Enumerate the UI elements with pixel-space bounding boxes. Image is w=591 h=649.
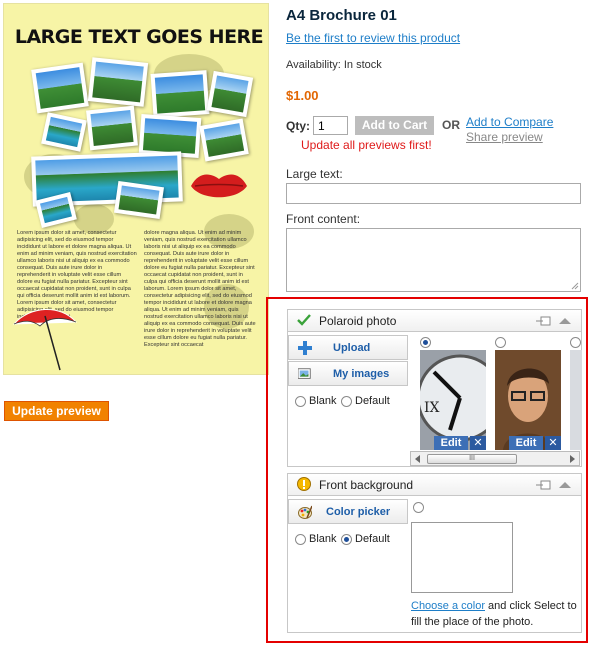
color-picker-button[interactable]: Color picker [288, 499, 408, 524]
svg-text:IX: IX [424, 400, 440, 416]
warning-icon [297, 477, 311, 491]
delete-image-1-button[interactable]: ✕ [470, 436, 486, 450]
color-option-radio[interactable] [413, 502, 424, 513]
update-preview-button[interactable]: Update preview [4, 401, 109, 421]
background-default-radio[interactable] [341, 534, 352, 545]
lips-decoration [191, 174, 247, 198]
upload-button[interactable]: Upload [288, 335, 408, 360]
collage-photo [87, 57, 149, 107]
umbrella-icon [12, 309, 78, 371]
scroll-left-icon[interactable] [413, 454, 423, 464]
window-collapse-icon[interactable] [535, 315, 573, 327]
front-content-textarea[interactable] [286, 228, 581, 292]
collage-photo [41, 112, 87, 152]
preview-headline: LARGE TEXT GOES HERE [14, 26, 264, 48]
color-picker-label: Color picker [326, 506, 391, 518]
update-warning: Update all previews first! [301, 138, 432, 152]
image-thumbnail-partial[interactable] [570, 350, 582, 450]
image-2-radio[interactable] [495, 337, 506, 348]
photo-panel-header[interactable]: Polaroid photo [288, 310, 581, 332]
delete-image-2-button[interactable]: ✕ [545, 436, 561, 450]
collage-photo [113, 180, 165, 220]
my-images-label: My images [333, 368, 390, 380]
collage-photo [206, 70, 254, 118]
scrollbar-thumb[interactable]: III [427, 454, 517, 464]
product-title: A4 Brochure 01 [286, 7, 397, 24]
front-content-label: Front content: [286, 212, 361, 226]
clock-image: IX [420, 350, 486, 450]
review-link[interactable]: Be the first to review this product [286, 31, 460, 45]
photo-blank-label: Blank [309, 395, 337, 407]
resize-grip-icon[interactable] [571, 282, 579, 290]
background-blank-radio[interactable] [295, 534, 306, 545]
plus-icon [298, 341, 312, 355]
qty-input[interactable] [313, 116, 348, 135]
my-images-button[interactable]: My images [288, 361, 408, 386]
image-thumbnail-clock[interactable]: IX Edit ✕ [420, 350, 486, 450]
preview-body-right: dolore magna aliqua. Ut enim ad minim ve… [144, 230, 256, 348]
qty-label: Qty: [286, 119, 310, 133]
add-to-compare-link[interactable]: Add to Compare [466, 115, 553, 129]
choose-color-link[interactable]: Choose a color [411, 600, 485, 612]
collage-photo [150, 70, 210, 118]
color-preview-box[interactable] [411, 522, 513, 593]
product-price: $1.00 [286, 88, 319, 103]
photo-panel-title: Polaroid photo [319, 314, 397, 328]
background-panel-header[interactable]: Front background [288, 474, 581, 496]
collage-photo [31, 62, 89, 114]
palette-icon [298, 505, 312, 519]
availability-status: Availability: In stock [286, 59, 382, 71]
collage-photo [86, 105, 138, 151]
upload-label: Upload [333, 342, 371, 354]
photo-default-radio[interactable] [341, 396, 352, 407]
brochure-preview: LARGE TEXT GOES HERE Lorem ipsum dolor s… [3, 3, 269, 375]
page: LARGE TEXT GOES HERE Lorem ipsum dolor s… [0, 0, 591, 649]
photo-blank-radio[interactable] [295, 396, 306, 407]
edit-image-2-button[interactable]: Edit [509, 436, 543, 450]
image-3-radio[interactable] [570, 337, 581, 348]
choose-color-instructions: Choose a color and click Select to fill … [411, 598, 581, 630]
image-1-radio[interactable] [420, 337, 431, 348]
image-thumbnail-portrait[interactable]: Edit ✕ [495, 350, 561, 450]
background-blank-label: Blank [309, 533, 337, 545]
scroll-right-icon[interactable] [567, 454, 577, 464]
images-horizontal-scrollbar[interactable]: III [410, 451, 580, 466]
collage-photo [199, 118, 249, 162]
photo-default-label: Default [355, 395, 390, 407]
portrait-image [495, 350, 561, 450]
background-default-label: Default [355, 533, 390, 545]
share-preview-link[interactable]: Share preview [466, 130, 543, 144]
background-panel-title: Front background [319, 478, 414, 492]
edit-image-1-button[interactable]: Edit [434, 436, 468, 450]
window-collapse-icon[interactable] [535, 479, 573, 491]
images-icon [298, 368, 311, 379]
large-text-label: Large text: [286, 167, 343, 181]
photo-panel: Polaroid photo Upload My images Blank De… [287, 309, 582, 467]
add-to-cart-button[interactable]: Add to Cart [355, 116, 434, 135]
or-separator: OR [442, 118, 460, 132]
check-icon [297, 314, 311, 326]
large-text-input[interactable] [286, 183, 581, 204]
